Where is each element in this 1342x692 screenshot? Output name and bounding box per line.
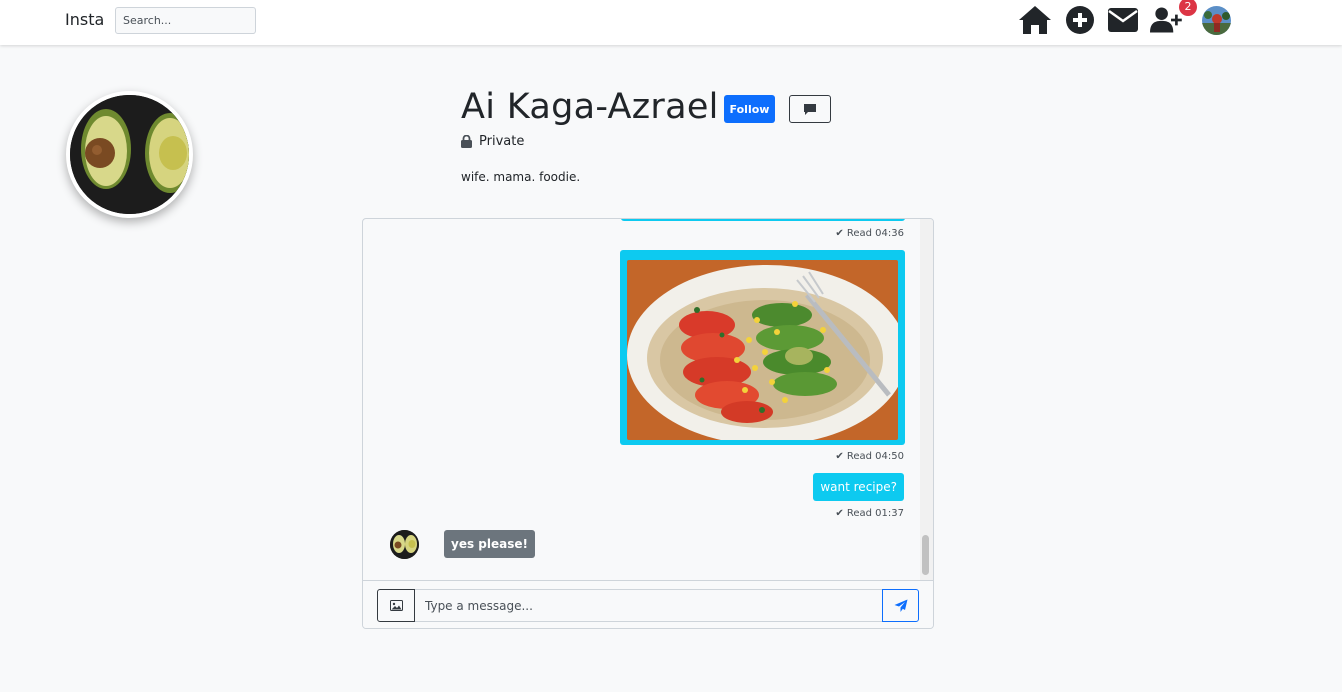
food-photo: [627, 260, 898, 440]
attach-image-button[interactable]: [377, 589, 415, 622]
lock-icon: [461, 135, 472, 148]
sent-image-bubble: [621, 219, 905, 221]
received-message-bubble: yes please!: [444, 530, 535, 558]
message-list[interactable]: ✔ Read 04:36 ✔ Read 04:50 want recipe? ✔…: [363, 219, 933, 580]
image-icon: [389, 600, 403, 611]
privacy-label: Private: [479, 134, 525, 149]
read-receipt: ✔ Read 01:37: [835, 508, 904, 519]
profile-name: Ai Kaga-Azrael: [461, 87, 719, 127]
profile-picture: [66, 91, 193, 218]
read-receipt: ✔ Read 04:36: [835, 228, 904, 239]
user-avatar[interactable]: [1202, 6, 1231, 35]
message-button[interactable]: [789, 95, 831, 123]
scrollbar-track[interactable]: [920, 219, 933, 580]
brand-logo[interactable]: Insta: [65, 10, 104, 29]
search-input[interactable]: [115, 7, 256, 34]
sent-message-bubble: want recipe?: [813, 473, 904, 501]
navbar: Insta 2: [0, 0, 1342, 45]
send-button[interactable]: [882, 589, 919, 622]
message-input[interactable]: [415, 589, 883, 622]
sent-image-bubble[interactable]: [620, 250, 905, 445]
scrollbar-thumb[interactable]: [922, 535, 929, 575]
profile-bio: wife. mama. foodie.: [461, 170, 581, 184]
privacy-status: Private: [461, 134, 524, 149]
chat-window: ✔ Read 04:36 ✔ Read 04:50 want recipe? ✔…: [362, 218, 934, 629]
follow-button[interactable]: Follow: [724, 95, 775, 123]
envelope-icon[interactable]: [1106, 5, 1140, 35]
sender-avatar: [390, 530, 419, 559]
notification-badge: 2: [1179, 0, 1197, 16]
chat-bubble-icon: [804, 103, 816, 115]
read-receipt: ✔ Read 04:50: [835, 451, 904, 462]
home-icon[interactable]: [1018, 5, 1052, 35]
plus-circle-icon[interactable]: [1063, 5, 1097, 35]
paper-plane-icon: [894, 599, 907, 612]
message-composer: [363, 580, 933, 628]
